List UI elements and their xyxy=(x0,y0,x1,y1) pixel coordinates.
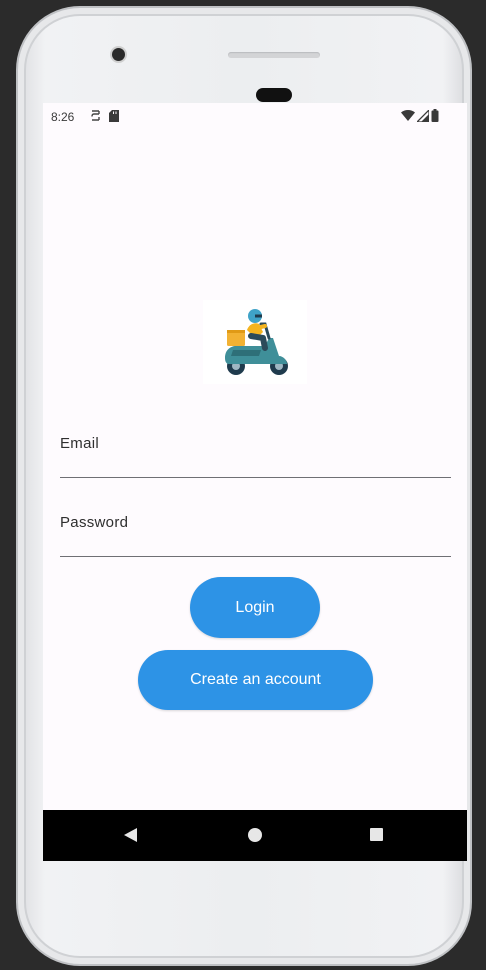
emulator-stage: 8:26 Email Password Login Create an acco… xyxy=(0,0,486,970)
email-field[interactable]: Email xyxy=(60,433,455,483)
navigation-bar xyxy=(43,810,467,861)
email-input[interactable] xyxy=(60,447,455,479)
wifi-icon xyxy=(401,109,415,121)
sync-icon xyxy=(91,110,100,121)
create-account-button[interactable]: Create an account xyxy=(138,650,373,710)
password-input[interactable] xyxy=(60,526,455,558)
app-logo xyxy=(203,300,307,384)
recents-square-icon[interactable] xyxy=(370,828,383,841)
status-bar: 8:26 xyxy=(43,103,467,131)
sd-card-icon xyxy=(109,109,119,122)
status-right-icons xyxy=(401,109,439,122)
signal-icon xyxy=(417,109,429,122)
delivery-scooter-icon xyxy=(225,309,288,375)
speaker-grille xyxy=(228,52,320,58)
password-underline xyxy=(60,556,451,557)
status-left-icons xyxy=(91,109,119,122)
battery-icon xyxy=(431,109,439,122)
back-triangle-icon[interactable] xyxy=(124,828,137,842)
status-time: 8:26 xyxy=(51,110,75,124)
earpiece xyxy=(256,88,292,102)
email-underline xyxy=(60,477,451,478)
home-circle-icon[interactable] xyxy=(248,828,262,842)
password-field[interactable]: Password xyxy=(60,512,455,562)
app-screen: 8:26 Email Password Login Create an acco… xyxy=(43,103,467,861)
login-button[interactable]: Login xyxy=(190,577,320,638)
front-camera xyxy=(112,48,125,61)
